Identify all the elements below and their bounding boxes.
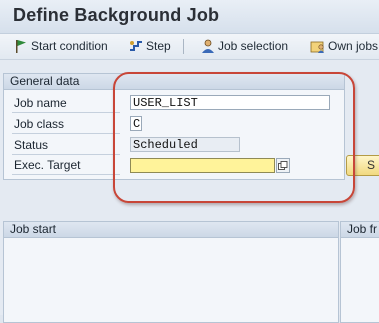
job-selection-button[interactable]: Job selection xyxy=(200,37,288,55)
job-name-label: Job name xyxy=(14,96,67,110)
toolbar-separator xyxy=(183,39,184,54)
exec-target-input[interactable] xyxy=(130,158,275,173)
job-name-input[interactable]: USER_LIST xyxy=(130,95,330,110)
row-divider xyxy=(12,133,120,134)
job-class-label: Job class xyxy=(14,117,65,131)
folder-person-icon xyxy=(310,41,324,53)
title-bar: Define Background Job xyxy=(0,0,379,34)
job-frequency-panel: Job fr xyxy=(340,221,379,323)
own-jobs-button[interactable]: Own jobs xyxy=(310,37,378,55)
row-divider xyxy=(12,174,120,175)
step-button[interactable]: Step xyxy=(128,37,171,55)
side-action-button[interactable]: S xyxy=(346,155,379,176)
value-help-button[interactable] xyxy=(276,158,290,173)
step-label: Step xyxy=(146,39,171,53)
flag-icon xyxy=(16,40,26,53)
start-condition-label: Start condition xyxy=(31,39,108,53)
own-jobs-label: Own jobs xyxy=(328,39,379,53)
exec-target-label: Exec. Target xyxy=(14,158,81,172)
value-help-icon xyxy=(278,160,288,170)
job-class-input[interactable]: C xyxy=(130,116,142,131)
person-icon xyxy=(202,39,214,53)
start-condition-button[interactable]: Start condition xyxy=(13,37,108,55)
job-start-header: Job start xyxy=(4,222,338,238)
step-icon xyxy=(130,41,142,51)
application-toolbar: Start condition Step Job selection Own j… xyxy=(0,34,379,60)
status-field: Scheduled xyxy=(130,137,240,152)
job-frequency-header: Job fr xyxy=(341,222,379,238)
row-divider xyxy=(12,112,120,113)
job-start-panel: Job start xyxy=(3,221,339,323)
job-selection-label: Job selection xyxy=(218,39,289,53)
row-divider xyxy=(12,154,120,155)
status-label: Status xyxy=(14,138,49,152)
window-title: Define Background Job xyxy=(13,5,220,25)
general-data-header: General data xyxy=(4,74,344,90)
